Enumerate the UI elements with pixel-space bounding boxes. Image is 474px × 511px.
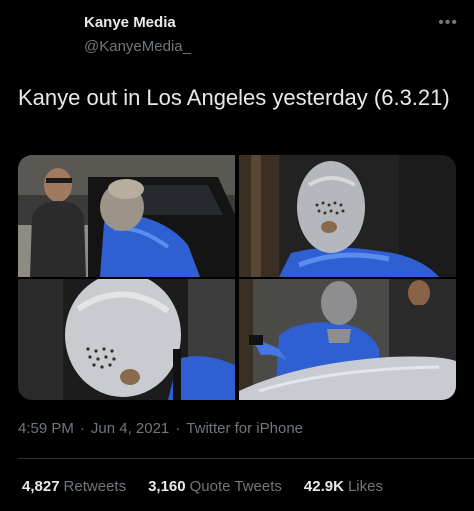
tweet-header: Kanye Media @KanyeMedia_ ••• xyxy=(0,0,474,70)
tweet-detail: Kanye Media @KanyeMedia_ ••• Kanye out i… xyxy=(0,0,474,511)
tweet-time[interactable]: 4:59 PM xyxy=(18,420,74,437)
tweet-text: Kanye out in Los Angeles yesterday (6.3.… xyxy=(18,85,450,110)
photo-1[interactable] xyxy=(18,155,235,277)
likes-label: Likes xyxy=(347,478,383,495)
meta-separator-2: · xyxy=(175,420,181,437)
photo-2-image xyxy=(239,155,456,277)
photo-4[interactable] xyxy=(239,279,456,400)
photo-3-image xyxy=(18,279,235,400)
photo-3[interactable] xyxy=(18,279,235,400)
author-handle[interactable]: @KanyeMedia_ xyxy=(84,38,191,55)
quote-tweets-count: 3,160 xyxy=(148,478,186,495)
tweet-stats: 4,827 Retweets 3,160 Quote Tweets 42.9K Lik… xyxy=(22,478,383,495)
more-horizontal-icon[interactable]: ••• xyxy=(438,14,458,32)
retweets-label: Retweets xyxy=(63,478,127,495)
likes-count: 42.9K xyxy=(303,478,344,495)
likes-stat[interactable]: 42.9K Likes xyxy=(304,478,383,495)
tweet-date[interactable]: Jun 4, 2021 xyxy=(91,420,169,437)
media-grid xyxy=(18,155,456,400)
tweet-meta: 4:59 PM · Jun 4, 2021 · Twitter for iPhone xyxy=(18,420,303,437)
photo-1-image xyxy=(18,155,235,277)
retweets-count: 4,827 xyxy=(22,478,60,495)
author-name[interactable]: Kanye Media xyxy=(84,14,176,31)
tweet-source-link[interactable]: Twitter for iPhone xyxy=(186,420,303,437)
quote-tweets-label: Quote Tweets xyxy=(189,478,282,495)
retweets-stat[interactable]: 4,827 Retweets xyxy=(22,478,126,495)
divider-top xyxy=(18,458,474,459)
meta-separator-1: · xyxy=(79,420,85,437)
photo-2[interactable] xyxy=(239,155,456,277)
quote-tweets-stat[interactable]: 3,160 Quote Tweets xyxy=(148,478,282,495)
photo-4-image xyxy=(239,279,456,400)
